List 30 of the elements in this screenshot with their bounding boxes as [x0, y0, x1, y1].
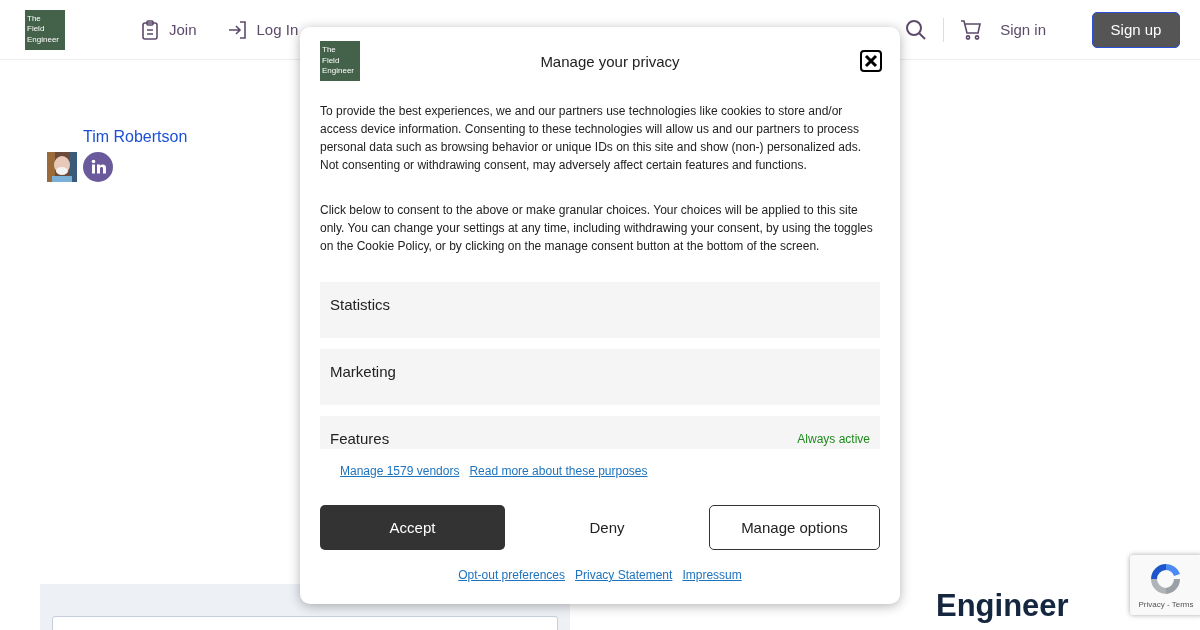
- search-icon[interactable]: [905, 18, 928, 41]
- linkedin-icon[interactable]: [83, 152, 113, 182]
- consent-category[interactable]: Marketing: [320, 349, 880, 405]
- consent-text: Click below to consent to the above or make granular choices. Your choices will be applied to this site only. You can change your settings at any time, including withdrawing your consent, by using the toggles on the Cookie Policy, or by clicking on the manage consent button at the bottom of the screen.: [320, 202, 874, 255]
- dialog-title: Manage your privacy: [539, 52, 681, 70]
- login-icon: [227, 19, 248, 40]
- text-link[interactable]: Read more about these purposes: [469, 464, 648, 478]
- site-logo[interactable]: The Field Engineer: [25, 9, 65, 50]
- text-link[interactable]: Impressum: [682, 568, 742, 582]
- deny-button[interactable]: Deny: [514, 505, 700, 550]
- recaptcha-links[interactable]: Privacy - Terms: [1138, 600, 1194, 609]
- status-label: Always active: [797, 432, 870, 446]
- text-link[interactable]: Privacy Statement: [575, 568, 673, 582]
- text-link[interactable]: Manage 1579 vendors: [340, 464, 460, 478]
- sign-up-button[interactable]: Sign up: [1092, 11, 1180, 48]
- dialog-logo: The Field Engineer: [320, 41, 360, 81]
- sign-in-link[interactable]: Sign in: [1000, 21, 1046, 38]
- clipboard-icon: [140, 19, 160, 40]
- consent-category[interactable]: Statistics: [320, 282, 880, 338]
- nav-link[interactable]: Log In: [227, 19, 299, 40]
- cart-icon[interactable]: [960, 18, 983, 41]
- nav-link[interactable]: Join: [140, 19, 197, 40]
- recaptcha-badge[interactable]: Privacy - Terms: [1130, 555, 1200, 615]
- text-link[interactable]: Opt-out preferences: [458, 568, 565, 582]
- close-icon[interactable]: [860, 50, 882, 72]
- options-button[interactable]: Manage options: [709, 505, 880, 550]
- accept-button[interactable]: Accept: [320, 505, 505, 550]
- section-heading: Engineer: [936, 588, 1069, 624]
- consent-category[interactable]: Features Always active: [320, 416, 880, 449]
- consent-text: To provide the best experiences, we and our partners use technologies like cookies to store and/or access device information. Consenting to these technologies will allow us and our partners to process personal data such as browsing behavior or unique IDs on this site and show (non-) personalized ads. Not consenting or withdrawing consent, may adversely affect certain features and functions.: [320, 103, 862, 174]
